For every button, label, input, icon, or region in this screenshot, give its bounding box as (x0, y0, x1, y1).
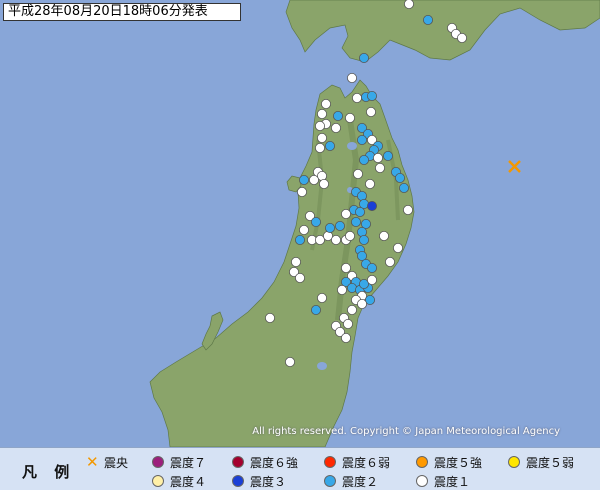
legend-panel: 凡 例 ✕ 震央 震度７ 震度６強 震度６弱 震度５強 震度５弱 震度４ 震度３… (0, 447, 600, 490)
dot-icon (324, 456, 336, 468)
station-int1-marker (352, 168, 363, 179)
station-int1-marker (308, 174, 319, 185)
station-int2-marker (358, 53, 369, 64)
legend-label: 震度６弱 (342, 455, 391, 470)
station-int1-marker (402, 204, 413, 215)
station-int2-marker (422, 14, 433, 25)
station-int1-marker (344, 113, 355, 124)
legend-label: 震度３ (250, 474, 287, 489)
station-int1-marker (314, 142, 325, 153)
station-int1-marker (378, 230, 389, 241)
station-int1-marker (351, 93, 362, 104)
station-int1-marker (340, 208, 351, 219)
legend-item-intensity-5-upper: 震度５強 (416, 453, 482, 471)
dot-icon (416, 456, 428, 468)
legend-title: 凡 例 (22, 463, 76, 481)
station-int1-marker (372, 152, 383, 163)
station-int2-marker (354, 206, 365, 217)
station-int2-marker (310, 216, 321, 227)
dot-icon (232, 475, 244, 487)
station-int1-marker (290, 256, 301, 267)
legend-label: 震度１ (434, 474, 471, 489)
legend-label: 震度２ (342, 474, 379, 489)
legend-label: 震央 (104, 455, 129, 470)
dot-icon (152, 456, 164, 468)
station-int1-marker (346, 73, 357, 84)
station-int1-marker (366, 274, 377, 285)
dot-icon (152, 475, 164, 487)
station-int1-marker (314, 121, 325, 132)
station-int2-marker (394, 172, 405, 183)
station-int2-marker (358, 234, 369, 245)
station-int1-marker (294, 272, 305, 283)
lake-towada (347, 142, 357, 150)
legend-item-intensity-4: 震度４ (152, 472, 206, 490)
legend-label: 震度６強 (250, 455, 299, 470)
station-int1-marker (392, 242, 403, 253)
station-int1-marker (404, 0, 414, 9)
station-int1-marker (318, 178, 329, 189)
dot-icon (416, 475, 428, 487)
station-int1-marker (296, 186, 307, 197)
legend-item-intensity-6-upper: 震度６強 (232, 453, 298, 471)
report-title: 平成28年08月20日18時06分発表 (3, 3, 241, 21)
station-int1-marker (316, 109, 327, 120)
station-int1-marker (344, 230, 355, 241)
legend-item-intensity-1: 震度１ (416, 472, 470, 490)
station-int2-marker (382, 150, 393, 161)
legend-label: 震度７ (170, 455, 207, 470)
intensity-map (0, 0, 600, 447)
station-int2-marker (356, 134, 367, 145)
dot-icon (324, 475, 336, 487)
station-int2-marker (310, 304, 321, 315)
legend-item-intensity-5-lower: 震度５弱 (508, 453, 574, 471)
station-int2-marker (398, 182, 409, 193)
station-int1-marker (342, 318, 353, 329)
station-int3-marker (366, 200, 377, 211)
station-int2-marker (332, 111, 343, 122)
station-int2-marker (324, 140, 335, 151)
cross-icon: ✕ (86, 453, 99, 471)
station-int1-marker (364, 178, 375, 189)
dot-icon (508, 456, 520, 468)
station-int1-marker (298, 224, 309, 235)
station-int1-marker (316, 132, 327, 143)
lake-inawashiro (317, 362, 327, 370)
legend-item-intensity-3: 震度３ (232, 472, 286, 490)
copyright-notice: All rights reserved. Copyright © Japan M… (252, 426, 560, 437)
station-int1-marker (320, 99, 331, 110)
legend-label: 震度５強 (434, 455, 483, 470)
dot-icon (232, 456, 244, 468)
legend-item-epicenter: ✕ 震央 (86, 453, 128, 471)
station-int1-marker (340, 262, 351, 273)
station-int1-marker (330, 234, 341, 245)
station-int1-marker (384, 256, 395, 267)
station-int1-marker (356, 298, 367, 309)
legend-item-intensity-2: 震度２ (324, 472, 378, 490)
station-int1-marker (336, 284, 347, 295)
map-stage: 平成28年08月20日18時06分発表 All rights reserved.… (0, 0, 600, 490)
station-int2-marker (324, 222, 335, 233)
station-int2-marker (298, 174, 309, 185)
station-int1-marker (346, 304, 357, 315)
station-int1-marker (330, 123, 341, 134)
station-int2-marker (294, 234, 305, 245)
station-int1-marker (456, 33, 467, 44)
station-int2-marker (366, 91, 377, 102)
station-int1-marker (374, 162, 385, 173)
station-int2-marker (366, 262, 377, 273)
station-int2-marker (358, 154, 369, 165)
station-int2-marker (334, 220, 345, 231)
legend-item-intensity-6-lower: 震度６弱 (324, 453, 390, 471)
legend-item-intensity-7: 震度７ (152, 453, 206, 471)
station-int1-marker (284, 356, 295, 367)
station-int1-marker (365, 107, 376, 118)
station-int1-marker (264, 312, 275, 323)
legend-label: 震度５弱 (526, 455, 575, 470)
station-int2-marker (350, 216, 361, 227)
station-int1-marker (340, 332, 351, 343)
station-int1-marker (316, 292, 327, 303)
legend-label: 震度４ (170, 474, 207, 489)
